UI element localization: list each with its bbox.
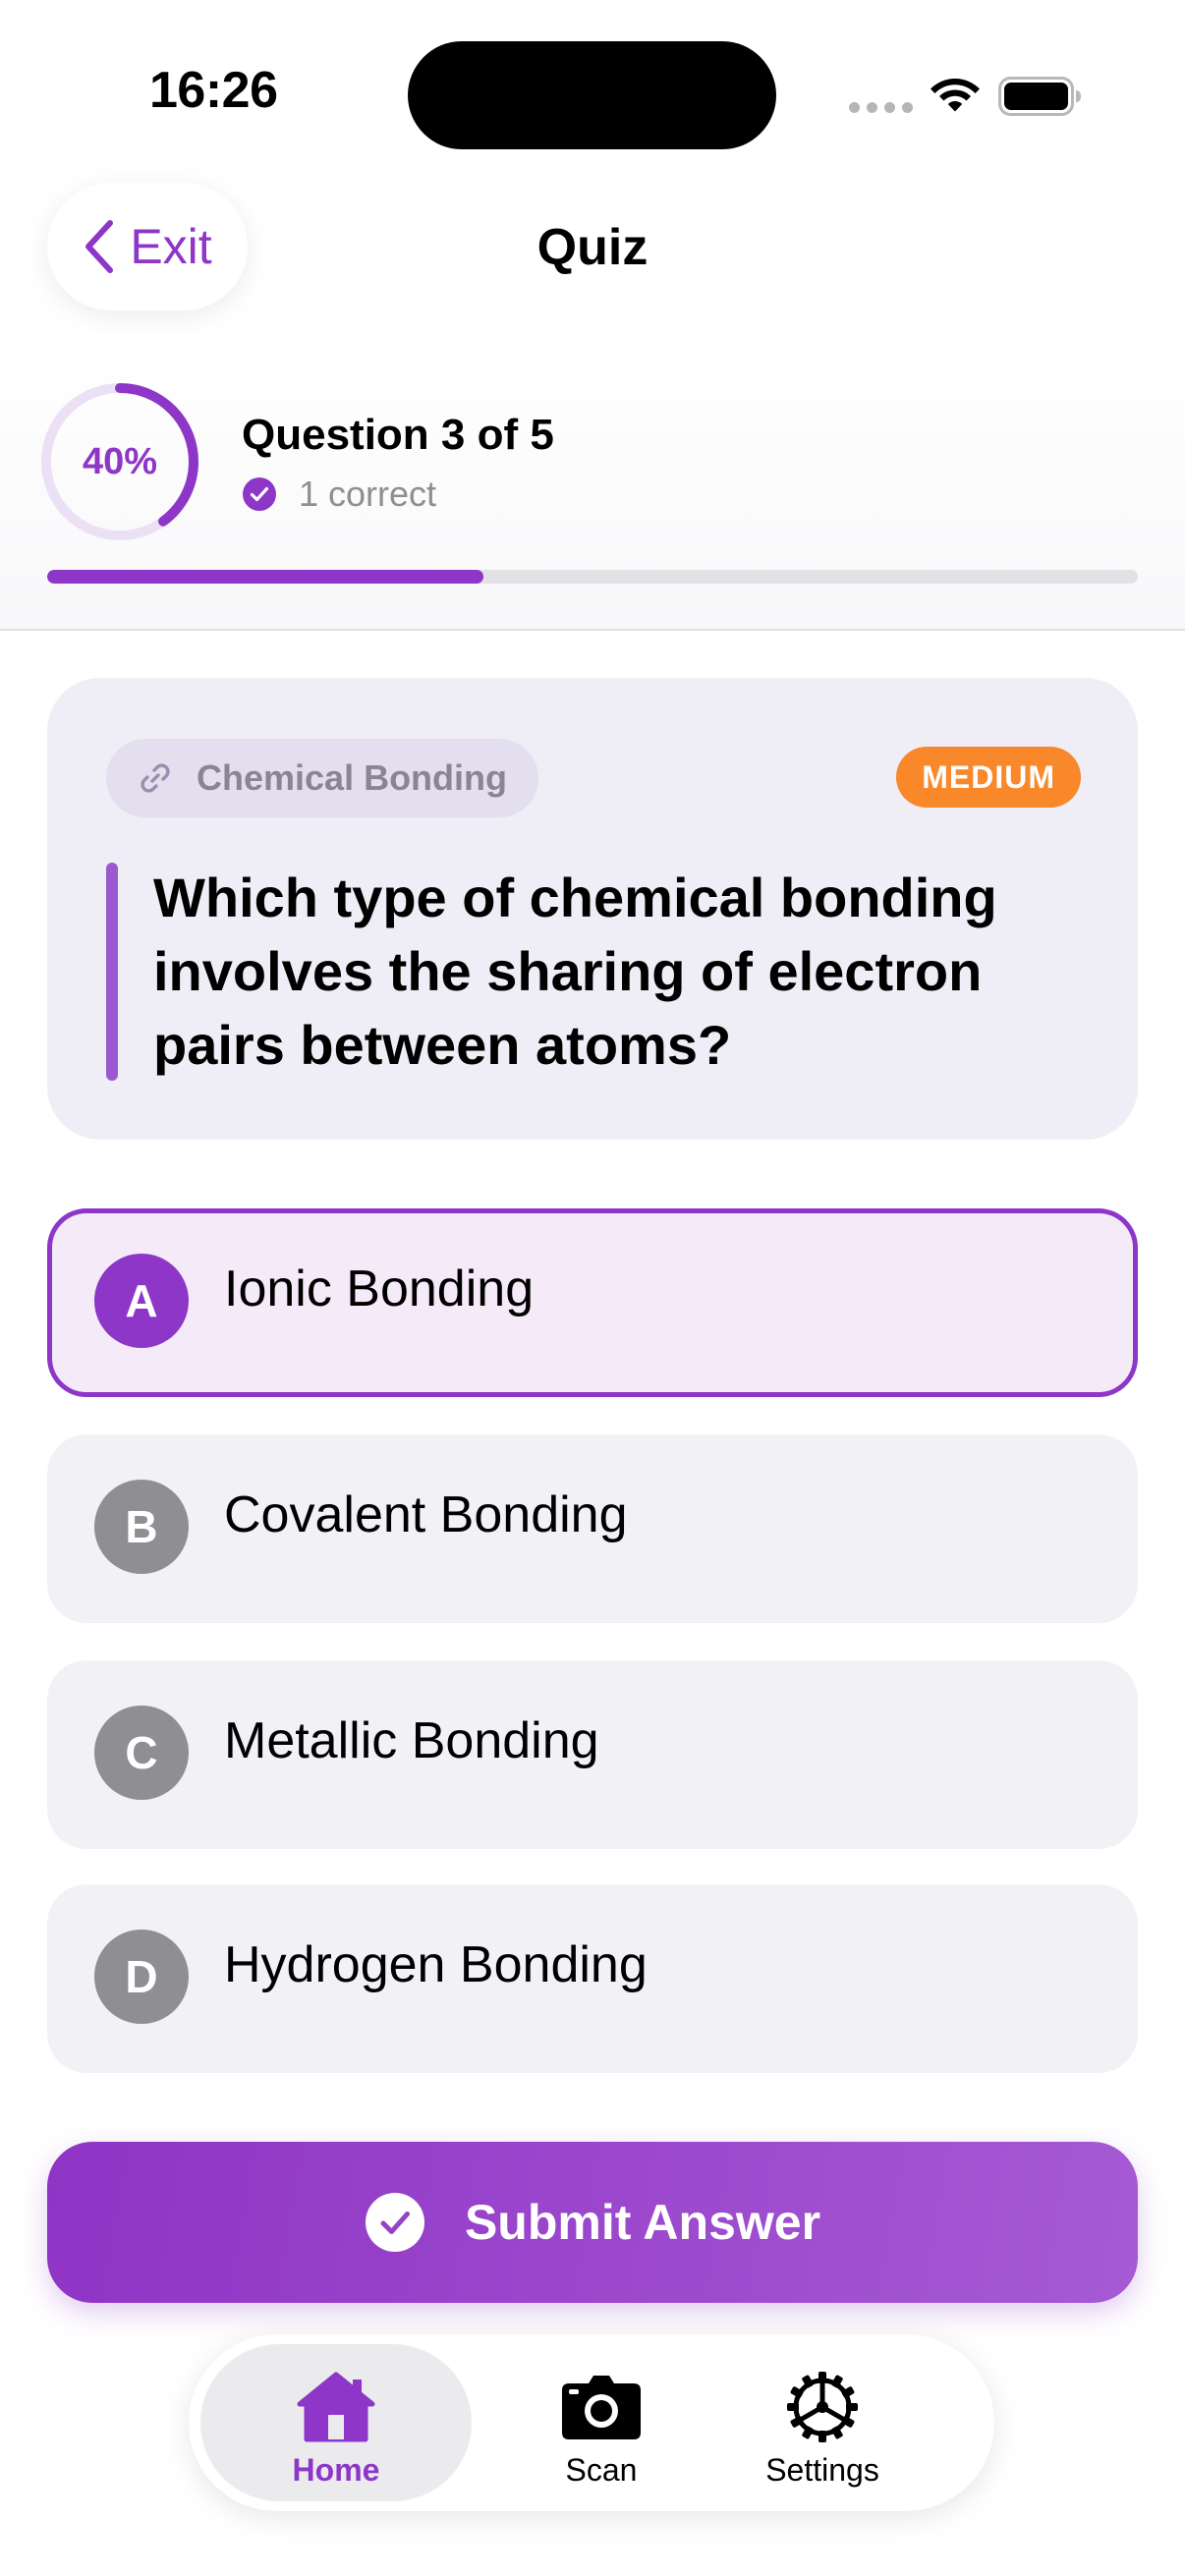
battery-icon bbox=[998, 77, 1081, 116]
answer-option-c[interactable]: C Metallic Bonding bbox=[47, 1660, 1138, 1849]
quiz-progress-header: 40% Question 3 of 5 1 correct bbox=[0, 334, 1185, 631]
progress-bar-fill bbox=[47, 570, 483, 584]
submit-answer-button[interactable]: Submit Answer bbox=[47, 2142, 1138, 2303]
option-letter-badge: B bbox=[94, 1480, 189, 1574]
option-label: Covalent Bonding bbox=[224, 1486, 628, 1543]
progress-percent: 40% bbox=[82, 440, 158, 482]
tab-label: Home bbox=[292, 2452, 380, 2488]
difficulty-badge: MEDIUM bbox=[896, 747, 1081, 808]
link-icon bbox=[141, 763, 170, 793]
question-card: Chemical Bonding MEDIUM Which type of ch… bbox=[47, 678, 1138, 1140]
topic-label: Chemical Bonding bbox=[197, 757, 508, 798]
option-letter-badge: C bbox=[94, 1706, 189, 1800]
tab-home[interactable]: Home bbox=[200, 2344, 472, 2501]
option-label: Hydrogen Bonding bbox=[224, 1936, 648, 1993]
correct-count-label: 1 correct bbox=[299, 474, 437, 514]
cellular-signal-icon bbox=[849, 102, 913, 113]
question-accent-bar bbox=[106, 863, 118, 1081]
answer-option-a[interactable]: A Ionic Bonding bbox=[47, 1208, 1138, 1397]
question-text: Which type of chemical bonding involves … bbox=[153, 867, 997, 1076]
topic-tag: Chemical Bonding bbox=[106, 739, 539, 817]
status-time: 16:26 bbox=[149, 62, 278, 119]
progress-bar bbox=[47, 570, 1138, 584]
option-letter-badge: D bbox=[94, 1930, 189, 2024]
correct-count-row: 1 correct bbox=[242, 474, 436, 515]
page-title: Quiz bbox=[536, 219, 649, 276]
option-label: Ionic Bonding bbox=[224, 1260, 535, 1317]
house-icon bbox=[297, 2372, 375, 2442]
tab-scan[interactable]: Scan bbox=[513, 2344, 690, 2501]
quiz-screen: 16:26 Exit Quiz 40% Question 3 of 5 1 co… bbox=[0, 0, 1185, 2576]
option-label: Metallic Bonding bbox=[224, 1712, 599, 1769]
option-letter-badge: A bbox=[94, 1254, 189, 1348]
tab-settings[interactable]: Settings bbox=[739, 2344, 906, 2501]
answer-option-b[interactable]: B Covalent Bonding bbox=[47, 1434, 1138, 1623]
submit-label: Submit Answer bbox=[464, 2195, 821, 2250]
tab-label: Scan bbox=[565, 2452, 638, 2488]
dynamic-island bbox=[408, 41, 776, 149]
tab-bar: Home Scan Settings bbox=[189, 2334, 994, 2511]
gear-icon bbox=[787, 2372, 858, 2442]
wifi-icon bbox=[931, 79, 980, 112]
checkmark-circle-icon bbox=[243, 477, 276, 511]
camera-icon bbox=[562, 2376, 641, 2439]
tab-label: Settings bbox=[765, 2452, 879, 2488]
question-counter: Question 3 of 5 bbox=[242, 411, 554, 459]
answer-option-d[interactable]: D Hydrogen Bonding bbox=[47, 1884, 1138, 2073]
checkmark-circle-icon bbox=[365, 2193, 424, 2252]
